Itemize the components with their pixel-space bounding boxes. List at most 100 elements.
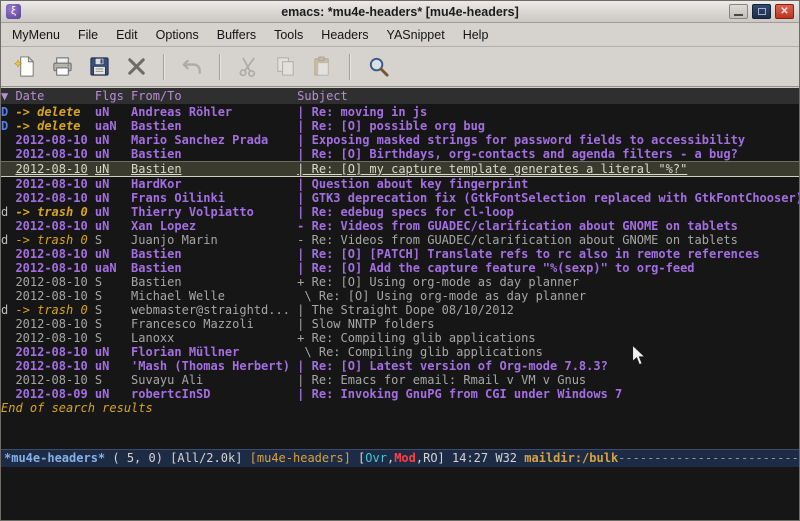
menu-help[interactable]: Help bbox=[454, 24, 498, 46]
message-row[interactable]: 2012-08-10uNBastien| Re: [O] [PATCH] Tra… bbox=[1, 247, 799, 261]
copy-icon bbox=[270, 52, 300, 82]
message-date: 2012-08-09 bbox=[15, 387, 94, 401]
message-marker bbox=[1, 317, 15, 331]
title-bar: ξ emacs: *mu4e-headers* [mu4e-headers] ✕ bbox=[1, 1, 799, 23]
message-flags: uaN bbox=[95, 119, 131, 133]
message-marker bbox=[1, 247, 15, 261]
menu-tools[interactable]: Tools bbox=[265, 24, 312, 46]
message-row[interactable]: 2012-08-10SSuvayu Ali| Re: Emacs for ema… bbox=[1, 373, 799, 387]
message-row[interactable]: D-> deleteuaNBastien| Re: [O] possible o… bbox=[1, 119, 799, 133]
message-row[interactable]: 2012-08-10uNBastien| Re: [O] my capture … bbox=[1, 161, 799, 177]
minimize-button[interactable] bbox=[729, 4, 748, 19]
message-date: 2012-08-10 bbox=[15, 359, 94, 373]
message-flags: S bbox=[95, 233, 131, 247]
menu-mymenu[interactable]: MyMenu bbox=[3, 24, 69, 46]
message-from: Juanjo Marin bbox=[131, 233, 297, 247]
column-header-flags[interactable]: Flgs bbox=[95, 88, 131, 104]
message-row[interactable]: 2012-08-10uNHardKor| Question about key … bbox=[1, 177, 799, 191]
menu-yasnippet[interactable]: YASnippet bbox=[378, 24, 454, 46]
menu-file[interactable]: File bbox=[69, 24, 107, 46]
message-date: 2012-08-10 bbox=[15, 147, 94, 161]
menu-headers[interactable]: Headers bbox=[312, 24, 377, 46]
message-marker: d bbox=[1, 233, 15, 247]
close-button[interactable]: ✕ bbox=[775, 4, 794, 19]
message-marker bbox=[1, 162, 15, 176]
message-subject: + Re: Compiling glib applications bbox=[297, 331, 799, 345]
message-row[interactable]: D-> deleteuNAndreas Röhler| Re: moving i… bbox=[1, 105, 799, 119]
window-controls: ✕ bbox=[729, 4, 794, 19]
toolbar-separator bbox=[349, 54, 351, 80]
message-row[interactable]: 2012-08-10uNMario Sanchez Prada| Exposin… bbox=[1, 133, 799, 147]
message-from: Bastien bbox=[131, 162, 297, 176]
message-marker bbox=[1, 373, 15, 387]
maximize-button[interactable] bbox=[752, 4, 771, 19]
minimize-icon bbox=[734, 14, 743, 16]
message-marker bbox=[1, 147, 15, 161]
save-icon[interactable] bbox=[84, 52, 114, 82]
message-from: Suvayu Ali bbox=[131, 373, 297, 387]
column-header-date[interactable]: Date bbox=[15, 88, 94, 104]
message-marker: d bbox=[1, 205, 15, 219]
message-flags: uN bbox=[95, 345, 131, 359]
message-row[interactable]: d-> trash 0SJuanjo Marin- Re: Videos fro… bbox=[1, 233, 799, 247]
new-file-icon[interactable] bbox=[10, 52, 40, 82]
modeline-segment: Ovr bbox=[365, 451, 387, 465]
header-line: ▼ Date Flgs From/To Subject bbox=[1, 87, 799, 104]
column-header-from[interactable]: From/To bbox=[131, 88, 297, 104]
message-row[interactable]: 2012-08-10uNBastien| Re: [O] Birthdays, … bbox=[1, 147, 799, 161]
search-icon[interactable] bbox=[363, 52, 393, 82]
message-from: Bastien bbox=[131, 247, 297, 261]
menu-buffers[interactable]: Buffers bbox=[208, 24, 265, 46]
message-from: Xan Lopez bbox=[131, 219, 297, 233]
mode-line[interactable]: *mu4e-headers* ( 5, 0) [All/2.0k] [mu4e-… bbox=[1, 449, 799, 467]
message-row[interactable]: d-> trash 0uNThierry Volpiatto| Re: edeb… bbox=[1, 205, 799, 219]
message-date: 2012-08-10 bbox=[15, 191, 94, 205]
message-row[interactable]: 2012-08-10SFrancesco Mazzoli| Slow NNTP … bbox=[1, 317, 799, 331]
message-date: 2012-08-10 bbox=[15, 133, 94, 147]
message-from: webmaster@straightd... bbox=[131, 303, 297, 317]
print-icon[interactable] bbox=[47, 52, 77, 82]
message-row[interactable]: 2012-08-10uNFlorian Müllner \ Re: Compil… bbox=[1, 345, 799, 359]
message-row[interactable]: 2012-08-10uNXan Lopez- Re: Videos from G… bbox=[1, 219, 799, 233]
modeline-segment: maildir:/bulk bbox=[524, 451, 618, 465]
message-subject: | GTK3 deprecation fix (GtkFontSelection… bbox=[297, 191, 799, 205]
close-buffer-icon[interactable] bbox=[121, 52, 151, 82]
message-marker: D bbox=[1, 105, 15, 119]
message-subject: | Re: [O] [PATCH] Translate refs to rc a… bbox=[297, 247, 799, 261]
modeline-segment: [mu4e-headers] bbox=[250, 451, 351, 465]
emacs-window: ξ emacs: *mu4e-headers* [mu4e-headers] ✕… bbox=[0, 0, 800, 521]
modeline-segment: [ bbox=[351, 451, 365, 465]
menu-options[interactable]: Options bbox=[147, 24, 208, 46]
message-flags: S bbox=[95, 289, 131, 303]
undo-icon bbox=[177, 52, 207, 82]
message-date: -> trash 0 bbox=[15, 205, 94, 219]
message-date: 2012-08-10 bbox=[15, 289, 94, 303]
message-marker bbox=[1, 289, 15, 303]
message-subject: | Re: Emacs for email: Rmail v VM v Gnus bbox=[297, 373, 799, 387]
message-date: 2012-08-10 bbox=[15, 247, 94, 261]
modeline-segment: ---------------------------------------- bbox=[618, 451, 799, 465]
message-flags: uN bbox=[95, 162, 131, 176]
message-flags: S bbox=[95, 317, 131, 331]
message-row[interactable]: 2012-08-10SMichael Welle \ Re: [O] Using… bbox=[1, 289, 799, 303]
message-marker bbox=[1, 345, 15, 359]
modeline-segment: ,RO] bbox=[416, 451, 452, 465]
message-date: 2012-08-10 bbox=[15, 219, 94, 233]
message-subject: | Re: [O] Latest version of Org-mode 7.8… bbox=[297, 359, 799, 373]
column-header-subject[interactable]: Subject bbox=[297, 88, 799, 104]
message-row[interactable]: 2012-08-10uN'Mash (Thomas Herbert)| Re: … bbox=[1, 359, 799, 373]
message-subject: - Re: Videos from GUADEC/clarification a… bbox=[297, 219, 799, 233]
message-marker bbox=[1, 133, 15, 147]
close-icon: ✕ bbox=[780, 7, 788, 17]
message-row[interactable]: 2012-08-10uaNBastien| Re: [O] Add the ca… bbox=[1, 261, 799, 275]
menu-edit[interactable]: Edit bbox=[107, 24, 147, 46]
message-flags: S bbox=[95, 303, 131, 317]
toolbar-separator bbox=[219, 54, 221, 80]
message-subject: | Re: [O] Add the capture feature "%(sex… bbox=[297, 261, 799, 275]
message-row[interactable]: 2012-08-09uNrobertcInSD| Re: Invoking Gn… bbox=[1, 387, 799, 401]
message-row[interactable]: d-> trash 0Swebmaster@straightd...| The … bbox=[1, 303, 799, 317]
sort-arrow-icon: ▼ bbox=[1, 88, 15, 104]
message-row[interactable]: 2012-08-10SLanoxx+ Re: Compiling glib ap… bbox=[1, 331, 799, 345]
message-row[interactable]: 2012-08-10uNFrans Oilinki| GTK3 deprecat… bbox=[1, 191, 799, 205]
message-row[interactable]: 2012-08-10SBastien+ Re: [O] Using org-mo… bbox=[1, 275, 799, 289]
